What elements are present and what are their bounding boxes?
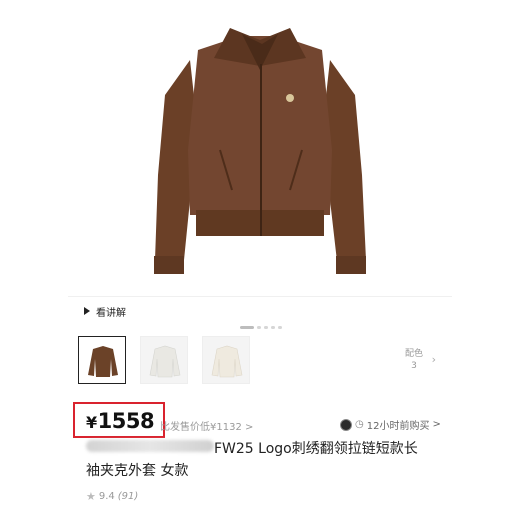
price-value: 1558 <box>97 409 155 433</box>
jacket-illustration <box>154 28 366 274</box>
carousel-indicator <box>240 326 282 329</box>
color-count-link[interactable]: 配色 3 › <box>394 348 436 372</box>
recent-purchase-text: 12小时前购买 <box>366 421 430 432</box>
blurred-brand-name <box>86 440 214 452</box>
rating-count: (91) <box>117 491 139 502</box>
star-icon: ★ <box>86 490 96 503</box>
thumbnail-white[interactable] <box>140 336 188 384</box>
reference-price-link[interactable]: 比发售价低¥1132 > <box>160 418 253 433</box>
thumbnail-brown[interactable] <box>78 336 126 384</box>
product-title-line1: FW25 Logo刺绣翻领拉链短款长 <box>214 441 418 457</box>
clock-icon: ◷ <box>355 419 364 430</box>
avatar <box>340 418 352 431</box>
play-icon <box>84 307 90 315</box>
rating[interactable]: ★ 9.4 (91) <box>86 490 138 503</box>
currency-symbol: ¥ <box>86 413 97 432</box>
price: ¥1558 <box>86 409 155 433</box>
color-label: 配色 <box>404 349 423 359</box>
reference-price: 比发售价低¥1132 <box>160 422 242 433</box>
chevron-right-icon: › <box>431 353 436 366</box>
color-count: 3 <box>411 361 417 371</box>
rating-value: 9.4 <box>98 491 115 502</box>
product-title-line2: 袖夹克外套 女款 <box>86 463 189 479</box>
explain-video-button[interactable]: 看讲解 <box>84 302 126 320</box>
explain-label: 看讲解 <box>96 307 126 319</box>
thumbnail-cream[interactable] <box>202 336 250 384</box>
chevron-right-icon: > <box>245 422 254 433</box>
product-hero-image[interactable] <box>0 0 520 296</box>
chevron-right-icon: > <box>432 419 441 430</box>
recent-purchase-link[interactable]: ◷ 12小时前购买 > <box>340 417 441 432</box>
panel-divider <box>68 296 452 297</box>
color-thumbnails <box>78 336 250 384</box>
